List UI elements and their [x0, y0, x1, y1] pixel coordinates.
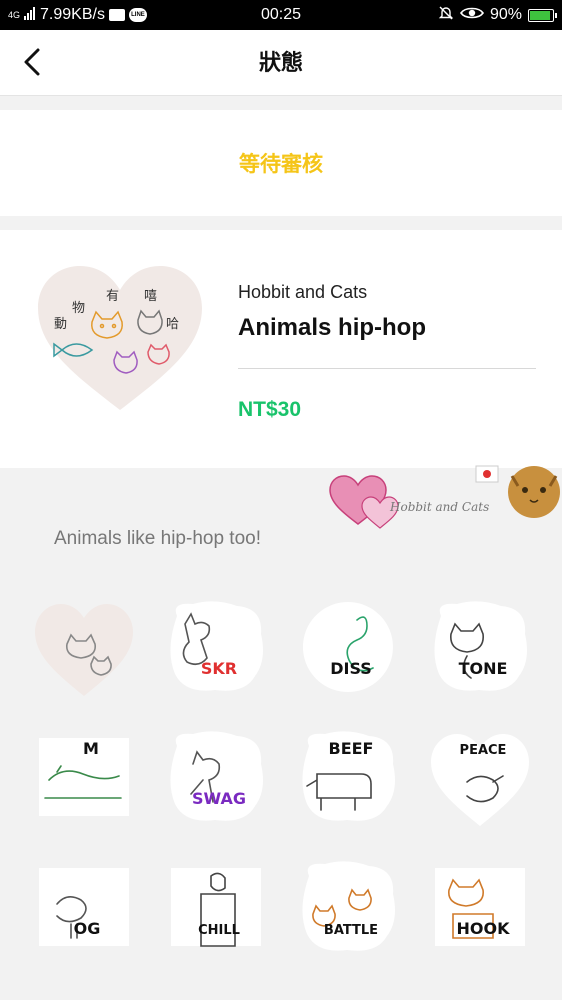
- sticker-penguin-chill-image: CHILL: [171, 868, 261, 947]
- sticker-cat-tone-image: TONE: [434, 601, 527, 691]
- sticker-chameleon-m-image: M: [39, 738, 129, 816]
- sticker-duck-peace[interactable]: PEACE: [418, 712, 542, 842]
- sticker-bird-og-image: OG: [39, 868, 129, 946]
- sticker-bird-og[interactable]: OG: [22, 842, 146, 972]
- sticker-caption: HOOK: [457, 919, 511, 938]
- sticker-caption: PEACE: [460, 743, 507, 758]
- sticker-dog-skr-image: SKR: [170, 601, 263, 691]
- app-header: 狀態: [0, 30, 562, 96]
- sticker-caption: M: [83, 739, 99, 758]
- sticker-cover-image: 動 物 有 嘻 哈: [38, 266, 202, 410]
- svg-text:動: 動: [54, 317, 67, 332]
- network-speed: 7.99KB/s: [40, 6, 105, 23]
- sticker-caption: BEEF: [329, 739, 374, 758]
- mute-bell-icon: [438, 5, 454, 26]
- sticker-caption: TONE: [459, 659, 508, 678]
- sticker-snake-diss-image: DISS: [302, 602, 393, 692]
- sticker-cow-beef[interactable]: BEEF: [286, 712, 410, 842]
- sticker-cover-image: [35, 604, 133, 696]
- product-card: 動 物 有 嘻 哈 Hobbit and Cats Animals hip-ho…: [0, 230, 562, 468]
- divider: [238, 368, 536, 369]
- battery-icon: [528, 8, 557, 22]
- sticker-caption: SWAG: [192, 789, 246, 808]
- sticker-caption: BATTLE: [324, 923, 378, 938]
- sticker-snake-diss[interactable]: DISS: [286, 582, 410, 712]
- back-button[interactable]: [14, 44, 50, 80]
- svg-text:哈: 哈: [166, 317, 179, 332]
- sticker-duck-peace-image: PEACE: [431, 734, 529, 826]
- sticker-set-name: Animals hip-hop: [238, 314, 426, 341]
- battery-percent: 90%: [489, 6, 522, 23]
- review-status-text: 等待審核: [239, 153, 323, 176]
- banner-text: Hobbit and Cats: [390, 500, 490, 514]
- author-banner: Hobbit and Cats: [328, 462, 562, 532]
- sticker-cat-hook[interactable]: HOOK: [418, 842, 542, 972]
- svg-text:有: 有: [106, 289, 119, 304]
- sticker-cat-hook-image: HOOK: [435, 868, 525, 946]
- sticker-cat-swag-image: SWAG: [170, 731, 263, 821]
- svg-text:嘻: 嘻: [144, 289, 157, 304]
- message-icon: [108, 9, 125, 21]
- sticker-cat-swag[interactable]: SWAG: [154, 712, 278, 842]
- network-type: 4G: [8, 9, 21, 20]
- sticker-penguin-chill[interactable]: CHILL: [154, 842, 278, 972]
- author-name: Hobbit and Cats: [238, 282, 368, 302]
- line-app-icon: LINE: [128, 8, 147, 22]
- sticker-cover[interactable]: [22, 582, 146, 712]
- sticker-chameleon-m[interactable]: M: [22, 712, 146, 842]
- signal-icon: [24, 6, 36, 25]
- status-bar: 4G 7.99KB/s LINE 00:25 90%: [0, 0, 562, 30]
- sticker-dog-skr[interactable]: SKR: [154, 582, 278, 712]
- page-title: 狀態: [258, 50, 303, 75]
- eye-icon: [460, 6, 484, 25]
- sticker-cat-tone[interactable]: TONE: [418, 582, 542, 712]
- sticker-cow-beef-image: BEEF: [302, 731, 395, 821]
- chevron-left-icon: [24, 48, 40, 76]
- sticker-description: Animals like hip-hop too!: [54, 528, 261, 549]
- sticker-grid: SKR DISS TONE M SWAG BEEF PEACE OG CHILL BATTLE HO…: [22, 582, 554, 972]
- sticker-caption: SKR: [201, 659, 237, 678]
- sticker-cats-battle[interactable]: BATTLE: [286, 842, 410, 972]
- sticker-caption: CHILL: [198, 923, 240, 938]
- review-status-card: 等待審核: [0, 110, 562, 216]
- sticker-caption: OG: [74, 919, 101, 938]
- sticker-caption: DISS: [330, 659, 372, 678]
- sticker-cats-battle-image: BATTLE: [302, 861, 395, 951]
- pink-hearts-icon: [329, 465, 560, 529]
- svg-text:物: 物: [72, 301, 85, 316]
- price-label: NT$30: [238, 398, 302, 421]
